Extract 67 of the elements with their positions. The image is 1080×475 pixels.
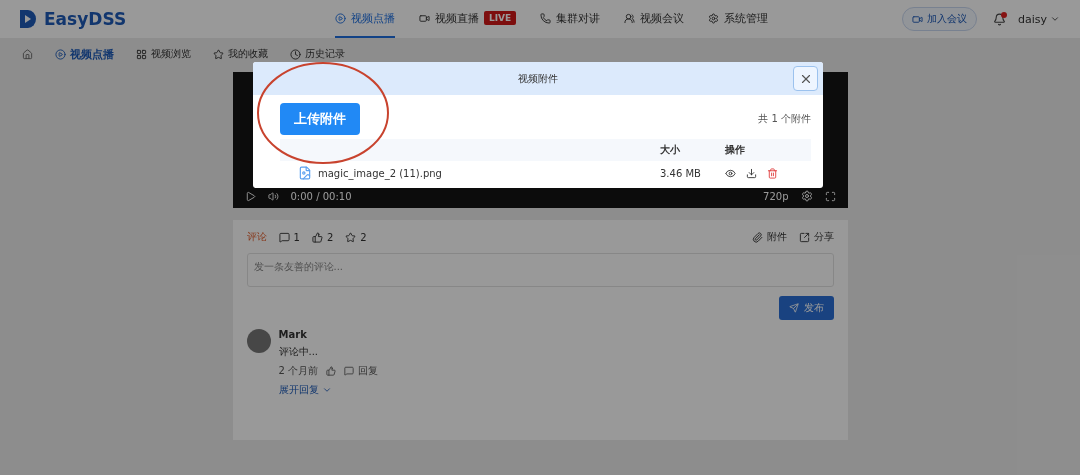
paperclip-icon <box>751 231 763 243</box>
avatar <box>246 329 271 353</box>
nav-tab[interactable]: 视频会议 <box>624 0 685 38</box>
settings-icon <box>708 12 720 24</box>
share-link[interactable]: 分享 <box>798 230 834 244</box>
chevron-down-icon <box>321 385 332 395</box>
logo-icon <box>20 10 36 28</box>
nav-tab[interactable]: 视频点播 <box>335 0 395 38</box>
clock-icon <box>290 48 301 60</box>
attachment-count: 共 1 个附件 <box>758 112 811 126</box>
close-button[interactable] <box>793 66 818 91</box>
file-name: magic_image_2 (11).png <box>318 167 442 179</box>
expand-replies-link[interactable]: 展开回复 <box>278 383 379 397</box>
fullscreen-icon[interactable] <box>824 190 836 202</box>
notification-bell-icon[interactable] <box>992 12 1006 26</box>
video-time: 0:00 / 00:10 <box>290 190 352 202</box>
thumbs-up-icon[interactable] <box>326 366 337 376</box>
volume-icon[interactable] <box>267 190 279 202</box>
phone-icon <box>540 12 552 24</box>
comments-tab[interactable]: 评论 <box>246 230 267 244</box>
people-icon <box>624 12 636 24</box>
play-icon[interactable] <box>244 190 256 202</box>
column-header: 操作 <box>725 143 746 157</box>
subnav-item[interactable]: 视频点播 <box>55 46 114 62</box>
home-icon[interactable] <box>22 48 33 60</box>
image-file-icon <box>298 166 312 180</box>
trash-icon[interactable] <box>767 167 778 179</box>
grid-icon <box>136 48 147 60</box>
download-icon[interactable] <box>746 167 757 179</box>
post-button[interactable]: 发布 <box>778 296 834 320</box>
nav-tab[interactable]: 视频直播 LIVE <box>419 0 517 38</box>
comment-icon[interactable] <box>278 231 290 243</box>
quality-label[interactable]: 720p <box>763 190 789 202</box>
nav-tab[interactable]: 系统管理 <box>708 0 769 38</box>
user-menu[interactable]: daisy <box>1017 12 1060 26</box>
settings-icon[interactable] <box>800 190 813 202</box>
nav-tab[interactable]: 集群对讲 <box>540 0 601 38</box>
count-text: 2 <box>326 231 334 243</box>
star-icon <box>213 48 224 60</box>
join-meeting-button[interactable]: 加入会议 <box>901 7 977 31</box>
subnav-item[interactable]: 我的收藏 <box>213 47 268 61</box>
reply-link[interactable]: 回复 <box>344 364 379 378</box>
eye-icon[interactable] <box>725 167 736 179</box>
video-camera-icon <box>911 13 923 25</box>
upload-button[interactable]: 上传附件 <box>280 103 360 135</box>
dialog-title: 视频附件 <box>518 71 558 86</box>
star-icon[interactable] <box>345 231 357 243</box>
comment-icon <box>344 366 355 376</box>
video-camera-icon <box>419 12 430 24</box>
comment-time: 2 个月前 <box>278 364 319 378</box>
subnav-item[interactable]: 历史记录 <box>290 47 345 61</box>
attachment-link[interactable]: 附件 <box>751 230 787 244</box>
column-header: 大小 <box>660 143 681 157</box>
file-size: 3.46 MB <box>660 167 702 179</box>
count-text: 1 <box>293 231 300 243</box>
comment-text: 评论中... <box>278 345 320 359</box>
comment-author: Mark <box>278 329 308 340</box>
logo-text: EasyDSS <box>44 9 127 29</box>
share-icon <box>798 231 810 243</box>
play-circle-icon <box>55 48 66 60</box>
chevron-down-icon <box>1050 14 1060 24</box>
play-circle-icon <box>335 12 346 24</box>
subnav-item[interactable]: 视频浏览 <box>136 47 191 61</box>
live-badge: LIVE <box>484 11 517 25</box>
send-icon <box>788 303 799 313</box>
thumbs-up-icon[interactable] <box>311 231 323 243</box>
count-text: 2 <box>360 231 367 243</box>
